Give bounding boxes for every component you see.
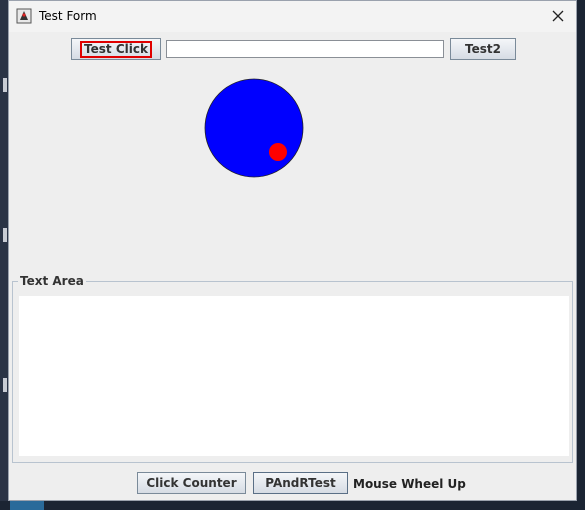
test-click-label: Test Click (80, 40, 152, 58)
java-duke-icon (16, 8, 32, 24)
test2-label: Test2 (465, 42, 501, 56)
blue-circle (204, 78, 304, 178)
desktop-item-mark (3, 78, 7, 92)
title-bar[interactable]: Test Form (9, 1, 576, 32)
window-title: Test Form (39, 9, 97, 23)
test-click-button[interactable]: Test Click (71, 38, 161, 60)
test2-button[interactable]: Test2 (450, 38, 516, 60)
desktop-item-mark (3, 228, 7, 242)
text-area[interactable] (19, 296, 569, 456)
click-counter-button[interactable]: Click Counter (137, 472, 246, 494)
red-dot (269, 143, 287, 161)
close-icon (552, 7, 564, 26)
taskbar-accent (10, 501, 44, 510)
pandr-test-button[interactable]: PAndRTest (253, 472, 348, 494)
test-form-window: Test Form Test Click Test2 Text Area Cli… (8, 0, 577, 501)
click-counter-label: Click Counter (146, 476, 237, 490)
mouse-wheel-status: Mouse Wheel Up (353, 477, 466, 491)
taskbar-edge (0, 501, 585, 510)
close-button[interactable] (540, 1, 576, 32)
drawing-canvas[interactable] (194, 77, 304, 187)
text-area-group-title: Text Area (18, 274, 86, 288)
text-input-field[interactable] (166, 40, 444, 58)
pandr-test-label: PAndRTest (265, 476, 336, 490)
text-area-group: Text Area (12, 274, 573, 463)
desktop-item-mark (3, 378, 7, 392)
desktop-side-strip (0, 0, 8, 510)
